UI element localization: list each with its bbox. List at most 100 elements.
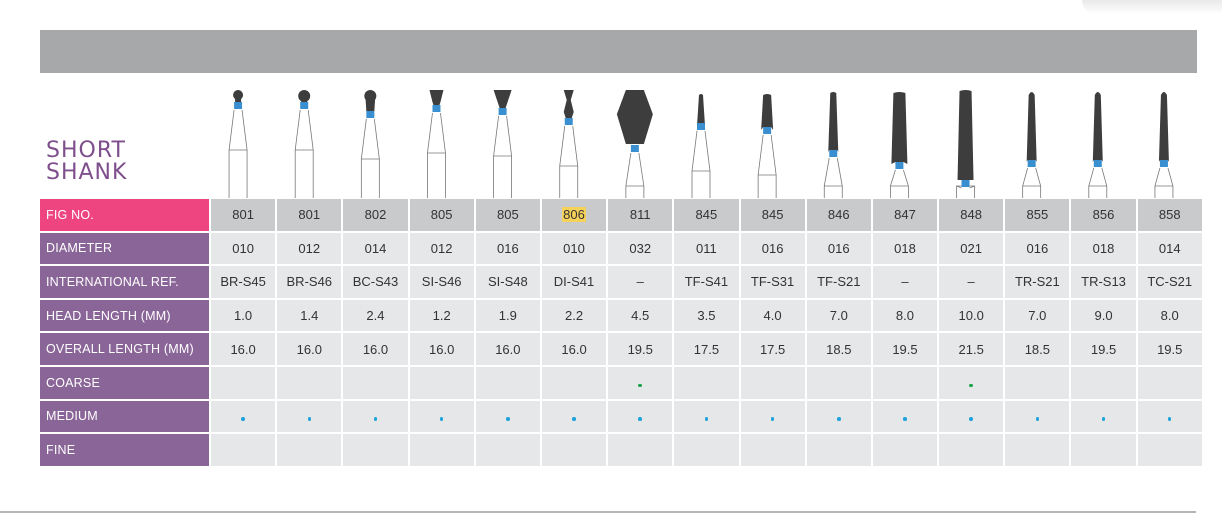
cell-fine bbox=[277, 434, 344, 468]
bur-shank bbox=[228, 109, 248, 198]
cell-head: 9.0 bbox=[1071, 299, 1138, 334]
cell-value: 845 bbox=[761, 207, 784, 223]
cell-head: 7.0 bbox=[1005, 299, 1072, 334]
bur-ring bbox=[300, 102, 309, 109]
bur-ring bbox=[1093, 160, 1102, 167]
cell-value: SI-S48 bbox=[487, 274, 528, 290]
cell-value: 801 bbox=[232, 207, 254, 223]
cell-value: 21.5 bbox=[958, 341, 984, 357]
cell-coarse bbox=[806, 366, 873, 401]
cell-fig: 847 bbox=[872, 199, 940, 233]
medium-dot bbox=[373, 417, 378, 421]
title-line-2: SHANK bbox=[46, 160, 128, 185]
cell-fig: 811 bbox=[608, 199, 675, 233]
cell-dia: 016 bbox=[740, 232, 807, 267]
cell-medium bbox=[277, 400, 344, 435]
cell-overall: 16.0 bbox=[475, 333, 542, 367]
cell-value: TF-S21 bbox=[817, 274, 861, 290]
cell-value: 1.4 bbox=[300, 308, 319, 324]
cell-value: 16.0 bbox=[561, 341, 587, 357]
cell-fine bbox=[343, 434, 410, 468]
cell-value: 848 bbox=[960, 207, 982, 223]
bur-shank bbox=[1088, 167, 1108, 198]
cell-value: 021 bbox=[960, 240, 982, 256]
row-label-dia: DIAMETER bbox=[40, 232, 211, 267]
cell-value: TF-S41 bbox=[684, 274, 729, 290]
cell-value: 846 bbox=[827, 207, 850, 223]
cell-overall: 16.0 bbox=[541, 333, 609, 367]
row-fig: FIG NO. 801 801 802 805 805 806 811 845 845 846 847… bbox=[40, 199, 1204, 233]
bur-ring bbox=[1159, 160, 1168, 167]
cell-head: 1.2 bbox=[409, 299, 476, 334]
cell-ref: SI-S46 bbox=[409, 266, 476, 300]
cell-medium bbox=[1137, 400, 1204, 435]
cell-value: 17.5 bbox=[759, 341, 786, 357]
cell-value: 16.0 bbox=[362, 341, 389, 357]
bur-head bbox=[616, 90, 653, 144]
bur-shank bbox=[1022, 167, 1042, 198]
cell-dia: 018 bbox=[1071, 232, 1138, 267]
bur-ring bbox=[432, 105, 441, 112]
bur-head bbox=[891, 92, 908, 164]
cell-head: 8.0 bbox=[1137, 299, 1204, 334]
cell-value: 16.0 bbox=[296, 341, 322, 357]
bur-shank bbox=[757, 134, 777, 198]
cell-dia: 032 bbox=[608, 232, 675, 267]
row-medium: MEDIUM bbox=[40, 400, 1204, 435]
cell-fine bbox=[1137, 434, 1204, 468]
cell-coarse bbox=[343, 366, 410, 401]
cell-ref: – bbox=[939, 266, 1006, 300]
row-label-ref: INTERNATIONAL REF. bbox=[40, 266, 211, 300]
cell-head: 4.0 bbox=[740, 299, 807, 334]
cell-value: 018 bbox=[1092, 240, 1115, 256]
cell-value: 011 bbox=[696, 240, 717, 256]
bur-head bbox=[1026, 92, 1037, 162]
cell-value: BC-S43 bbox=[352, 274, 399, 290]
cell-value: 4.5 bbox=[631, 308, 650, 324]
bur-ring bbox=[961, 180, 970, 187]
bur-head bbox=[828, 92, 839, 152]
cell-dia: 021 bbox=[939, 232, 1006, 267]
cell-overall: 18.5 bbox=[1005, 333, 1072, 367]
cell-value: 014 bbox=[1158, 240, 1181, 256]
bur-shank bbox=[691, 130, 711, 198]
cell-value: 16.0 bbox=[429, 341, 455, 357]
row-label-medium: MEDIUM bbox=[40, 400, 211, 435]
cell-value: 811 bbox=[629, 207, 651, 223]
cell-dia: 014 bbox=[1137, 232, 1204, 267]
medium-dot bbox=[572, 417, 576, 421]
medium-dot bbox=[770, 417, 775, 421]
bur-shank bbox=[360, 118, 380, 198]
cell-value: 9.0 bbox=[1094, 308, 1113, 324]
cell-fig: 805 bbox=[409, 199, 476, 233]
cell-ref: TR-S13 bbox=[1071, 266, 1138, 300]
cell-ref: BR-S45 bbox=[211, 266, 278, 300]
cell-coarse bbox=[541, 366, 609, 401]
bur-head bbox=[235, 95, 242, 102]
cell-value: – bbox=[967, 274, 975, 290]
bur-head bbox=[1092, 92, 1103, 162]
cell-ref: TF-S21 bbox=[806, 266, 873, 300]
cell-fig: 805 bbox=[475, 199, 542, 233]
cell-ref: BC-S43 bbox=[343, 266, 410, 300]
cell-value: 17.5 bbox=[693, 341, 720, 357]
cell-coarse bbox=[674, 366, 741, 401]
cell-value: 16.0 bbox=[230, 341, 256, 357]
cell-dia: 011 bbox=[674, 232, 741, 267]
cell-head: 1.4 bbox=[277, 299, 344, 334]
bur-shank bbox=[294, 109, 314, 198]
cell-coarse bbox=[872, 366, 940, 401]
cell-overall: 19.5 bbox=[872, 333, 940, 367]
bur-shank bbox=[559, 125, 579, 198]
cell-medium bbox=[608, 400, 675, 435]
cell-coarse bbox=[939, 366, 1006, 401]
cell-value: 018 bbox=[894, 240, 916, 256]
cell-medium bbox=[806, 400, 873, 435]
cell-overall: 16.0 bbox=[277, 333, 344, 367]
cell-fine bbox=[211, 434, 278, 468]
medium-dot bbox=[903, 417, 907, 421]
cell-value: 1.2 bbox=[432, 308, 451, 324]
cell-value: TF-S31 bbox=[750, 274, 795, 290]
cell-value: DI-S41 bbox=[553, 274, 595, 290]
cell-fig: 845 bbox=[674, 199, 741, 233]
